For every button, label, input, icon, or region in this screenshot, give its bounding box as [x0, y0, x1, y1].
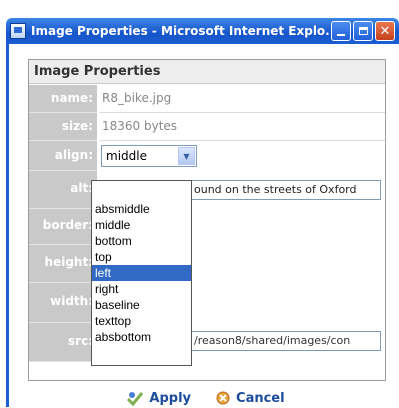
border-row: border:: [29, 209, 385, 245]
maximize-icon: [358, 27, 368, 35]
width-row: width:: [29, 283, 385, 323]
align-select[interactable]: middle ▼: [101, 145, 197, 167]
app-icon: [10, 23, 26, 39]
align-option[interactable]: right: [92, 281, 191, 297]
align-selected-value: middle: [106, 149, 147, 163]
name-value: R8_bike.jpg: [99, 85, 385, 113]
align-option[interactable]: middle: [92, 217, 191, 233]
align-option[interactable]: texttop: [92, 313, 191, 329]
alt-input[interactable]: ound on the streets of Oxford: [190, 180, 381, 200]
image-properties-panel: Image Properties name: R8_bike.jpg size:…: [28, 59, 386, 381]
size-label: size:: [29, 113, 97, 141]
height-label: height:: [29, 245, 97, 283]
align-option[interactable]: absmiddle: [92, 201, 191, 217]
apply-button[interactable]: Apply: [126, 388, 191, 408]
close-button[interactable]: ✕: [375, 21, 395, 41]
cancel-icon: [216, 391, 230, 405]
apply-label: Apply: [149, 390, 192, 406]
align-option-highlighted[interactable]: left: [92, 265, 191, 281]
alt-label: alt:: [29, 171, 97, 209]
border-label: border:: [29, 209, 97, 245]
dialog-window: Image Properties name: R8_bike.jpg size:…: [6, 44, 399, 407]
align-option[interactable]: baseline: [92, 297, 191, 313]
name-row: name: R8_bike.jpg: [29, 85, 385, 113]
align-row: align: middle ▼: [29, 141, 385, 171]
height-row: height:: [29, 245, 385, 283]
align-option[interactable]: absbottom: [92, 329, 191, 345]
width-label: width:: [29, 283, 97, 323]
align-label: align:: [29, 141, 97, 171]
alt-row: alt: ound on the streets of Oxford: [29, 171, 385, 209]
src-row: src: /reason8/shared/images/con: [29, 323, 385, 362]
cancel-button[interactable]: Cancel: [215, 388, 285, 408]
src-label: src:: [29, 323, 97, 362]
chevron-down-icon[interactable]: ▼: [178, 147, 195, 165]
maximize-button[interactable]: [353, 21, 373, 41]
panel-title: Image Properties: [29, 60, 385, 84]
size-row: size: 18360 bytes: [29, 113, 385, 141]
window-title: Image Properties - Microsoft Internet Ex…: [31, 24, 339, 38]
close-icon: ✕: [379, 23, 391, 39]
size-value: 18360 bytes: [99, 113, 385, 141]
cancel-label: Cancel: [236, 390, 285, 406]
apply-icon: [127, 392, 144, 406]
minimize-button[interactable]: [331, 21, 351, 41]
dialog-footer: Apply Cancel: [9, 388, 399, 408]
minimize-icon: [337, 34, 345, 36]
align-option[interactable]: bottom: [92, 233, 191, 249]
name-label: name:: [29, 85, 97, 113]
src-input[interactable]: /reason8/shared/images/con: [190, 331, 381, 351]
window-title-bar[interactable]: Image Properties - Microsoft Internet Ex…: [6, 18, 399, 44]
align-option[interactable]: top: [92, 249, 191, 265]
align-dropdown-list[interactable]: absmiddle middle bottom top left right b…: [91, 180, 192, 366]
